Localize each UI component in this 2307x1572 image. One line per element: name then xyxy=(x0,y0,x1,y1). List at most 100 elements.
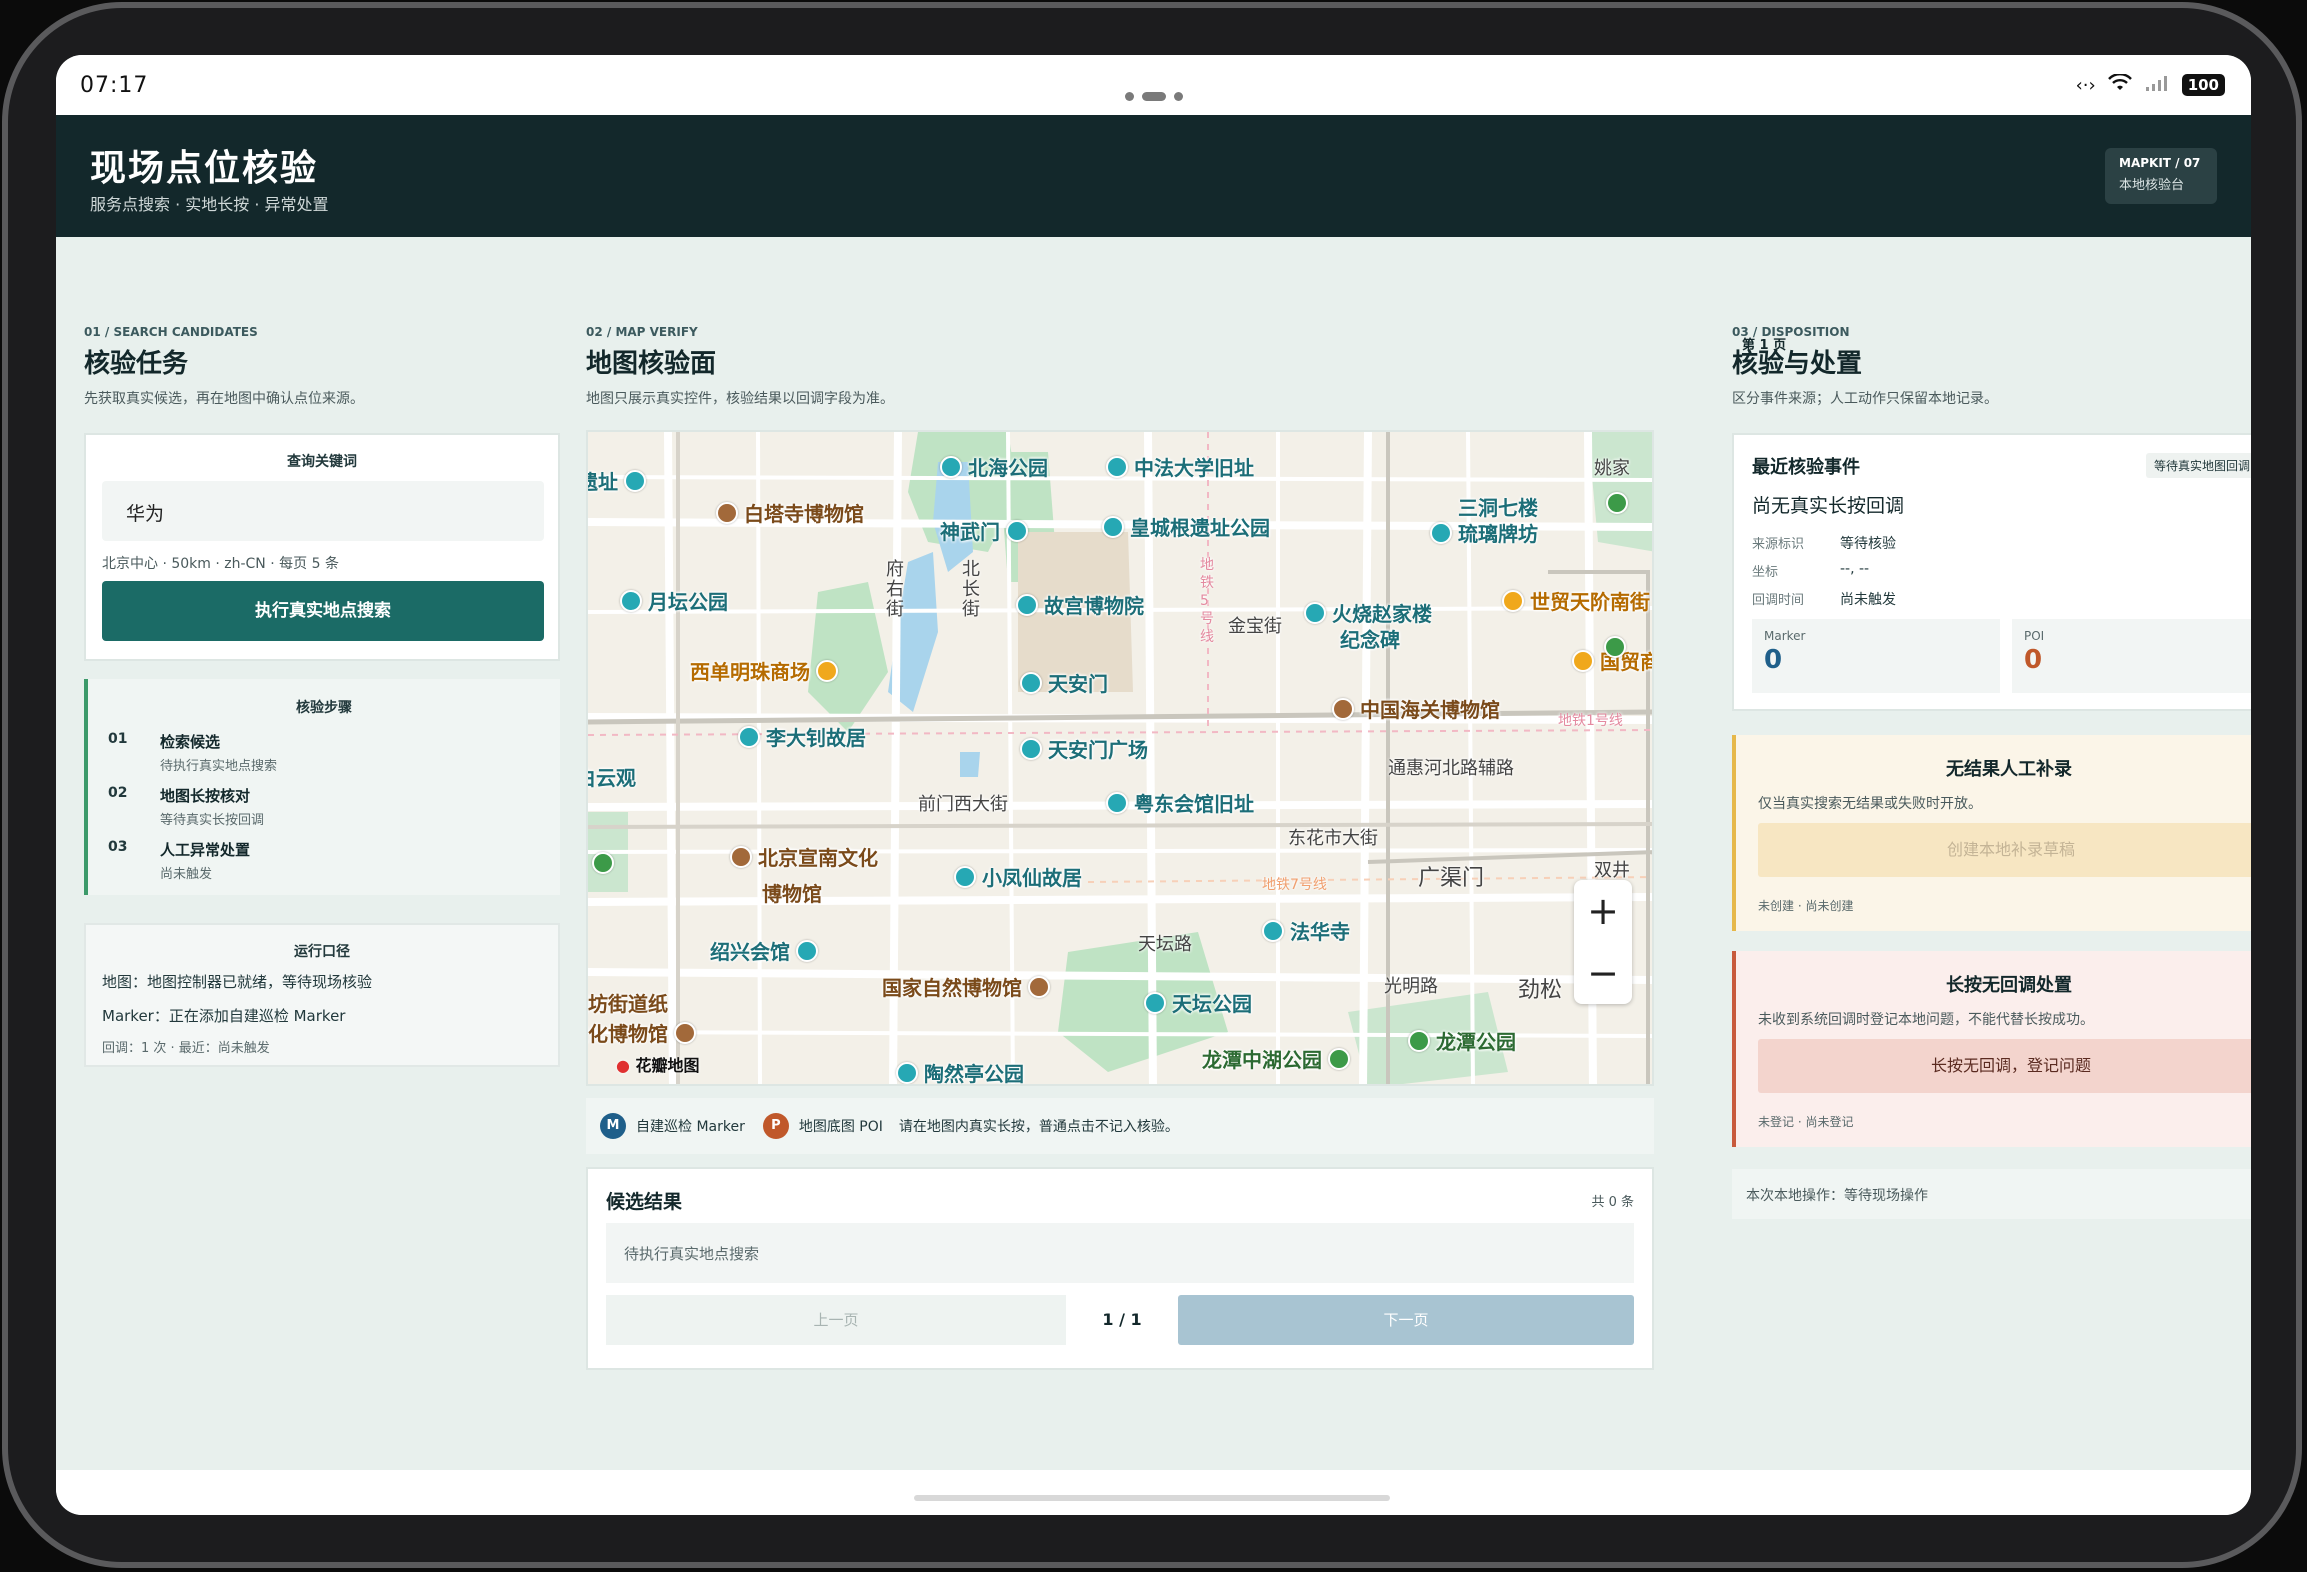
module-badge-code: MAPKIT / 07 xyxy=(2119,156,2201,170)
map-poi[interactable] xyxy=(592,852,614,874)
map-poi[interactable]: 博物馆 xyxy=(762,878,822,907)
map-poi[interactable]: 白云观 xyxy=(588,762,636,791)
map-street-label: 天坛路 xyxy=(1138,934,1192,955)
map-poi[interactable]: 三洞七楼 xyxy=(1432,492,1538,521)
map-poi[interactable]: 天安门 xyxy=(1020,668,1108,697)
poi-marker-icon xyxy=(1006,519,1028,542)
register-issue-button[interactable]: 长按无回调，登记问题 xyxy=(1758,1039,2251,1093)
map-poi[interactable]: 龙潭公园 xyxy=(1408,1026,1516,1055)
map-street-label: 劲松 xyxy=(1518,978,1563,1003)
keyword-input[interactable]: 华为 xyxy=(102,481,544,541)
map-poi[interactable]: 文化博物馆 xyxy=(588,1018,696,1047)
map-poi[interactable]: 粤东会馆旧址 xyxy=(1106,788,1254,817)
results-title: 候选结果 xyxy=(606,1191,683,1213)
marker-legend-label: 自建巡检 Marker xyxy=(636,1119,745,1135)
zoom-out-button[interactable]: − xyxy=(1574,942,1632,1004)
map-poi[interactable]: 火烧赵家楼 xyxy=(1304,598,1432,627)
results-card: 候选结果 共 0 条 待执行真实地点搜索 上一页 1 / 1 下一页 xyxy=(586,1167,1654,1370)
map-poi[interactable]: 遗址 xyxy=(588,466,646,495)
map-poi[interactable] xyxy=(1606,492,1628,514)
step-number: 01 xyxy=(108,731,128,747)
map-poi[interactable]: 神武门 xyxy=(940,516,1028,545)
map-poi[interactable]: 西单明珠商场 xyxy=(690,656,838,685)
module-badge-label: 本地核验台 xyxy=(2119,178,2185,193)
map-poi[interactable] xyxy=(1604,636,1626,658)
code-icon: ‹·› xyxy=(2075,74,2096,96)
map-poi[interactable]: 北京宣南文化 xyxy=(730,842,878,871)
museum-icon xyxy=(730,845,752,868)
search-button[interactable]: 执行真实地点搜索 xyxy=(102,581,544,641)
shopping-icon xyxy=(1502,589,1524,612)
event-card: 最近核验事件 等待真实地图回调 尚无真实长按回调 来源标识 等待核验 坐标 --, … xyxy=(1732,433,2251,711)
marker-legend-icon: M xyxy=(600,1113,626,1139)
map-street-label: 地铁7号线 xyxy=(1262,877,1327,893)
map-street-label: 地铁5号线 xyxy=(1200,557,1214,645)
map-poi[interactable]: 陶然亭公园 xyxy=(896,1058,1024,1084)
ops-title: 运行口径 xyxy=(294,944,350,960)
map-poi[interactable]: 故宫博物院 xyxy=(1016,590,1144,619)
map-street-label: 光明路 xyxy=(1384,976,1438,997)
map-poi[interactable]: 燕坊街道纸 xyxy=(588,988,668,1017)
map-poi[interactable]: 北海公园 xyxy=(940,452,1048,481)
battery-icon: 100 xyxy=(2181,74,2225,96)
map-poi[interactable]: 琉璃牌坊 xyxy=(1430,518,1538,547)
map-poi[interactable]: 法华寺 xyxy=(1262,916,1350,945)
map-poi[interactable]: 月坛公园 xyxy=(620,586,728,615)
step-number: 03 xyxy=(108,839,128,855)
map-poi[interactable]: 李大钊故居 xyxy=(738,722,866,751)
status-time: 07:17 xyxy=(80,72,149,98)
home-indicator[interactable] xyxy=(914,1495,1390,1501)
map-poi[interactable]: 国家自然博物馆 xyxy=(882,972,1050,1001)
poi-marker-icon xyxy=(1020,737,1042,760)
steps-card: 核验步骤 01 检索候选 待执行真实地点搜索 02 地图长按核对 等待真实长按回… xyxy=(84,679,560,895)
manual-entry-title: 无结果人工补录 xyxy=(1946,759,2072,780)
poi-marker-icon xyxy=(1102,515,1124,538)
map-poi[interactable]: 中法大学旧址 xyxy=(1106,452,1254,481)
map-poi[interactable]: 白塔寺博物馆 xyxy=(716,498,864,527)
step-status: 尚未触发 xyxy=(160,867,213,882)
next-page-button[interactable]: 下一页 xyxy=(1178,1295,1634,1345)
col3-desc: 区分事件来源；人工动作只保留本地记录。 xyxy=(1732,391,1998,407)
map-poi[interactable]: 小凤仙故居 xyxy=(954,862,1082,891)
map-poi[interactable]: 纪念碑 xyxy=(1340,624,1400,653)
park-icon xyxy=(592,852,614,874)
map-poi[interactable]: 天安门广场 xyxy=(1020,734,1148,763)
map-poi[interactable]: 世贸天阶南街 xyxy=(1502,586,1650,615)
poi-marker-icon xyxy=(1262,919,1284,942)
map-poi[interactable]: 天坛公园 xyxy=(1144,988,1252,1017)
map-poi[interactable]: 龙潭中湖公园 xyxy=(1202,1044,1350,1073)
shopping-icon xyxy=(816,659,838,682)
zoom-control: + − xyxy=(1574,880,1632,1004)
map-street-label: 前门西大街 xyxy=(918,794,1008,815)
poi-marker-icon xyxy=(896,1061,918,1084)
steps-title: 核验步骤 xyxy=(296,700,352,716)
map-street-label: 东花市大街 xyxy=(1288,828,1378,849)
map-poi[interactable]: 中国海关博物馆 xyxy=(1332,694,1500,723)
camera-indicator xyxy=(1125,92,1183,101)
ops-map-status: 地图：地图控制器已就绪，等待现场核验 xyxy=(102,973,373,991)
legend-note: 请在地图内真实长按，普通点击不记入核验。 xyxy=(898,1119,1179,1135)
museum-icon xyxy=(674,1021,696,1044)
footer-bar xyxy=(56,1470,2251,1515)
museum-icon xyxy=(1028,975,1050,998)
status-bar: 07:17 ‹·› 100 xyxy=(56,55,2251,115)
step-number: 02 xyxy=(108,785,128,801)
map-poi[interactable]: 皇城根遗址公园 xyxy=(1102,512,1270,541)
signal-icon xyxy=(2144,74,2170,97)
poi-marker-icon xyxy=(940,455,962,478)
shopping-icon xyxy=(1572,649,1594,672)
create-draft-button[interactable]: 创建本地补录草稿 xyxy=(1758,823,2251,877)
map-street-label: 北长街 xyxy=(962,559,980,620)
event-main-text: 尚无真实长按回调 xyxy=(1752,495,1905,517)
prev-page-button[interactable]: 上一页 xyxy=(606,1295,1066,1345)
poi-marker-icon xyxy=(620,589,642,612)
ops-marker-status: Marker：正在添加自建巡检 Marker xyxy=(102,1007,346,1025)
zoom-in-button[interactable]: + xyxy=(1574,880,1632,942)
poi-marker-icon xyxy=(624,469,646,492)
device-frame: 07:17 ‹·› 100 现场点位核验 服务点搜索 · 实地长按 · 异常处置… xyxy=(0,0,2307,1572)
map-view[interactable]: 遗址 北海公园 中法大学旧址 白塔寺博物馆 神武门 皇城根遗址公园 三洞七楼 琉… xyxy=(586,430,1654,1086)
map-poi[interactable]: 绍兴会馆 xyxy=(710,936,818,965)
query-card: 查询关键词 华为 北京中心 · 50km · zh-CN · 每页 5 条 执行… xyxy=(84,433,560,661)
poi-count: POI 0 xyxy=(2012,619,2251,693)
museum-icon xyxy=(716,501,738,524)
